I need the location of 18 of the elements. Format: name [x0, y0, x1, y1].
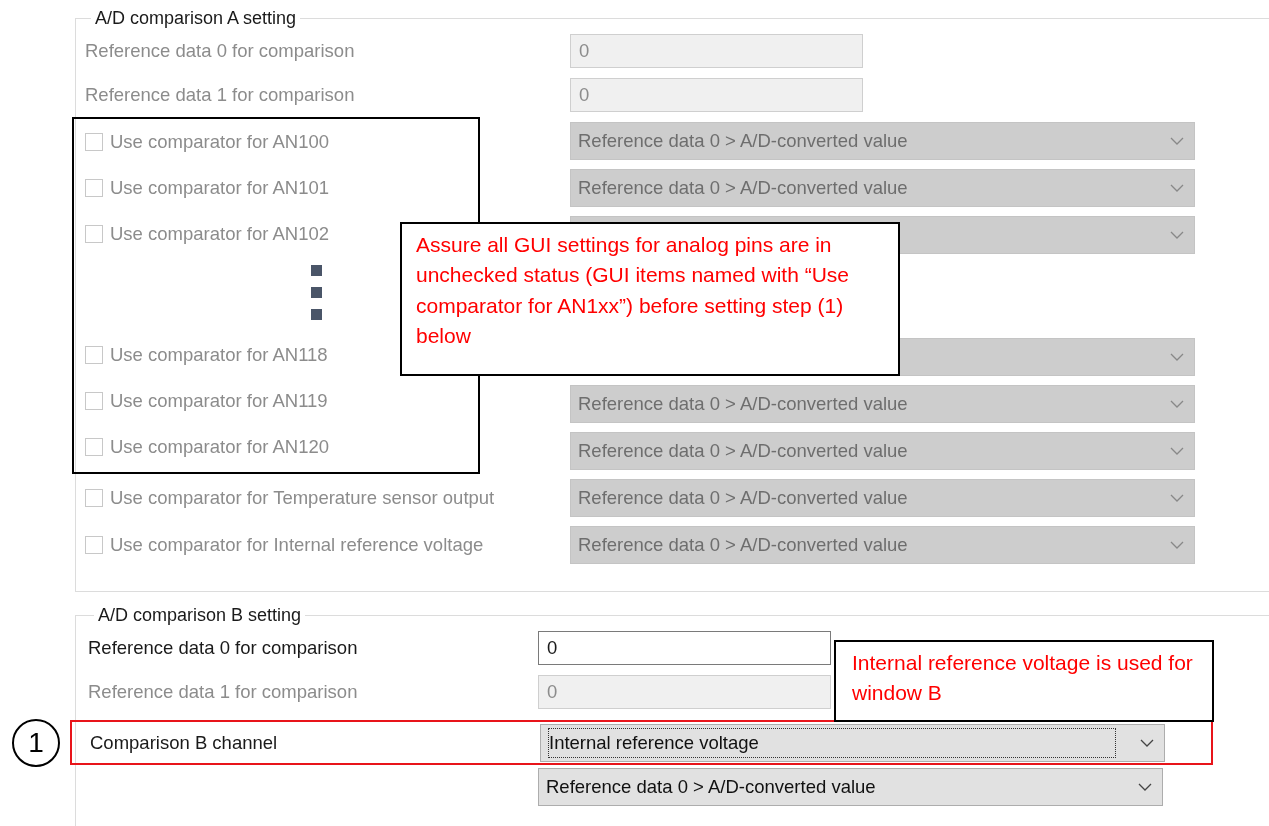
field-label: Reference data 0 for comparison: [88, 637, 359, 659]
field-label: Reference data 1 for comparison: [85, 84, 356, 106]
note-tooltip: Internal reference voltage is used for window B: [834, 640, 1214, 722]
field-label: Comparison B channel: [90, 731, 279, 754]
checkbox-label: Use comparator for AN102: [110, 223, 330, 245]
group-title: A/D comparison A setting: [94, 8, 298, 29]
group-title: A/D comparison B setting: [97, 605, 303, 626]
checkbox-label: Use comparator for AN120: [110, 436, 330, 458]
field-label: Reference data 1 for comparison: [88, 681, 359, 703]
checkbox-label: Use comparator for Temperature sensor output: [110, 486, 495, 509]
step-marker: 1: [12, 719, 60, 767]
checkbox-label: Use comparator for AN100: [110, 131, 330, 153]
checkbox-label: Use comparator for Internal reference voltage: [110, 533, 484, 556]
field-label: Reference data 0 for comparison: [85, 40, 356, 62]
checkbox-label: Use comparator for AN101: [110, 177, 330, 199]
note-tooltip: Assure all GUI settings for analog pins are in unchecked status (GUI items named with “Use comparator for AN1xx”) before setting step (1) below: [400, 222, 900, 376]
checkbox-label: Use comparator for AN119: [110, 390, 328, 412]
checkbox-label: Use comparator for AN118: [110, 344, 328, 366]
